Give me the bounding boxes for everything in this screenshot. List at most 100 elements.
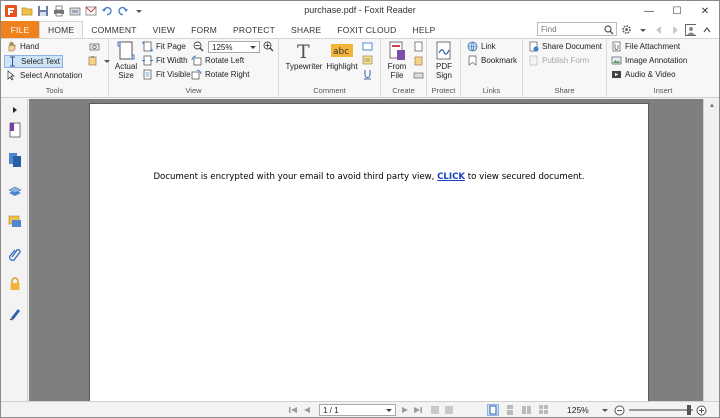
collapse-ribbon-icon[interactable] [701, 24, 712, 35]
share-document-button[interactable]: Share Document [528, 41, 602, 52]
zoom-in-status-button[interactable] [695, 404, 707, 416]
zoom-select[interactable]: 125% [208, 41, 260, 53]
close-button[interactable]: ✕ [691, 1, 719, 21]
snapshot-tool[interactable] [89, 41, 100, 52]
zoom-percentage[interactable]: 125% [567, 405, 589, 415]
last-page-button[interactable] [412, 404, 424, 416]
pdf-page: Document is encrypted with your email to… [89, 103, 649, 403]
sticky-note-tool[interactable] [362, 55, 373, 66]
tab-view[interactable]: VIEW [145, 21, 184, 38]
facing-icon [522, 406, 531, 414]
zoom-dropdown-button[interactable] [599, 404, 611, 416]
file-attachment-button[interactable]: File Attachment [611, 41, 680, 52]
minimize-button[interactable]: — [635, 1, 663, 21]
scanner-icon [413, 69, 424, 80]
comments-panel-button[interactable] [6, 213, 24, 231]
search-icon[interactable] [603, 24, 614, 35]
fit-visible-button[interactable]: Fit Visible [142, 69, 191, 80]
zoom-slider[interactable] [629, 405, 693, 415]
single-page-view-button[interactable] [487, 404, 499, 416]
click-link[interactable]: CLICK [437, 172, 465, 182]
scan-icon[interactable] [68, 5, 81, 18]
select-annotation-tool[interactable]: Select Annotation [6, 70, 82, 81]
tab-form[interactable]: FORM [183, 21, 225, 38]
zoom-in-button[interactable] [263, 41, 274, 52]
group-label-tools: Tools [45, 86, 64, 95]
fit-page-button[interactable]: Fit Page [142, 41, 186, 52]
zoom-out-icon [193, 41, 204, 52]
tab-help[interactable]: HELP [405, 21, 444, 38]
scanner-create-tool[interactable] [413, 69, 424, 80]
signatures-panel-button[interactable] [6, 305, 24, 323]
undo-icon[interactable] [100, 5, 113, 18]
scroll-up-arrow[interactable]: ▲ [704, 99, 720, 113]
pages-panel-button[interactable] [6, 151, 24, 169]
previous-page-button[interactable] [301, 404, 313, 416]
select-text-tool[interactable]: Select Text [4, 55, 63, 68]
tab-file[interactable]: FILE [1, 21, 39, 38]
save-icon[interactable] [36, 5, 49, 18]
tab-home[interactable]: HOME [39, 21, 84, 38]
actual-size-button[interactable]: Actual Size [112, 41, 140, 80]
page-number-input[interactable]: 1 / 1 [319, 404, 396, 416]
chevron-down-icon [602, 409, 608, 412]
zoom-out-status-button[interactable] [613, 404, 625, 416]
first-page-button[interactable] [287, 404, 299, 416]
publish-form-button[interactable]: Publish Form [528, 55, 589, 66]
group-label-comment: Comment [313, 86, 346, 95]
next-view-icon [445, 406, 453, 414]
redo-icon[interactable] [116, 5, 129, 18]
typewriter-button[interactable]: T Typewriter [283, 41, 325, 71]
chevron-down-icon[interactable] [637, 24, 648, 35]
next-view-icon[interactable] [669, 24, 680, 35]
next-page-button[interactable] [399, 404, 411, 416]
zoom-level-dropdown[interactable]: 125% [208, 41, 260, 53]
zoom-slider-thumb[interactable] [687, 405, 691, 415]
tab-protect[interactable]: PROTECT [225, 21, 283, 38]
hand-tool[interactable]: Hand [6, 41, 39, 52]
bookmark-button[interactable]: Bookmark [467, 55, 517, 66]
zoom-in-icon [263, 41, 274, 52]
rotate-left-button[interactable]: Rotate Left [191, 55, 244, 66]
previous-view-button[interactable] [429, 404, 441, 416]
print-icon[interactable] [52, 5, 65, 18]
vertical-scrollbar[interactable]: ▲ [703, 99, 719, 401]
tab-share[interactable]: SHARE [283, 21, 329, 38]
pdf-sign-button[interactable]: PDF Sign [430, 41, 458, 80]
user-account-icon[interactable] [685, 23, 696, 36]
rotate-right-button[interactable]: Rotate Right [191, 69, 249, 80]
link-icon [467, 41, 478, 52]
continuous-facing-icon [539, 405, 548, 414]
customize-qat-icon[interactable] [132, 5, 145, 18]
audio-video-button[interactable]: Audio & Video [611, 69, 676, 80]
image-annotation-button[interactable]: Image Annotation [611, 55, 687, 66]
continuous-view-button[interactable] [504, 404, 516, 416]
zoom-out-button[interactable] [193, 41, 204, 52]
link-button[interactable]: Link [467, 41, 496, 52]
bookmarks-panel-button[interactable] [6, 121, 24, 139]
maximize-button[interactable]: ☐ [663, 1, 691, 21]
next-page-icon [402, 407, 408, 413]
facing-view-button[interactable] [521, 404, 533, 416]
tab-foxit-cloud[interactable]: FOXIT CLOUD [329, 21, 404, 38]
attachments-panel-button[interactable] [6, 245, 24, 263]
note-tool[interactable] [362, 41, 373, 52]
previous-view-icon[interactable] [653, 24, 664, 35]
open-icon[interactable] [20, 5, 33, 18]
underline-tool[interactable] [362, 69, 373, 80]
highlight-button[interactable]: abc Highlight [325, 41, 359, 71]
security-panel-button[interactable] [6, 275, 24, 293]
find-box[interactable] [537, 22, 617, 36]
from-file-button[interactable]: From File [383, 41, 411, 80]
clipboard-create-tool[interactable] [413, 55, 424, 66]
layers-panel-button[interactable] [6, 183, 24, 201]
email-icon[interactable] [84, 5, 97, 18]
gear-icon[interactable] [621, 24, 632, 35]
expand-panel-button[interactable] [6, 101, 24, 119]
tab-comment[interactable]: COMMENT [83, 21, 144, 38]
blank-page-tool[interactable] [413, 41, 424, 52]
continuous-facing-view-button[interactable] [538, 404, 550, 416]
fit-width-button[interactable]: Fit Width [142, 55, 188, 66]
next-view-button[interactable] [443, 404, 455, 416]
find-input[interactable] [541, 24, 601, 34]
